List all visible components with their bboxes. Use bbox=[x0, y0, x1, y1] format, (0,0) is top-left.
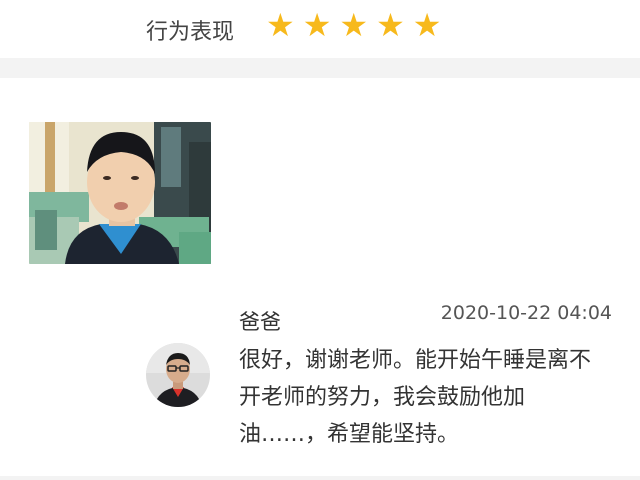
avatar[interactable] bbox=[146, 343, 210, 407]
star-icon: ★ bbox=[339, 6, 369, 44]
reply-timestamp: 2020-10-22 04:04 bbox=[440, 302, 612, 324]
bottom-divider bbox=[0, 476, 640, 480]
star-icon: ★ bbox=[302, 6, 332, 44]
star-rating: ★ ★ ★ ★ ★ bbox=[266, 6, 441, 44]
photo-image bbox=[29, 122, 211, 264]
avatar-image bbox=[146, 343, 210, 407]
behavior-rating-row: 行为表现 ★ ★ ★ ★ ★ bbox=[0, 0, 640, 58]
reply-text: 很好，谢谢老师。能开始午睡是离不开老师的努力，我会鼓励他加油……，希望能坚持。 bbox=[239, 348, 592, 447]
star-icon: ★ bbox=[376, 6, 405, 44]
star-icon: ★ bbox=[412, 6, 442, 44]
reply-author: 爸爸 bbox=[239, 310, 281, 334]
section-divider bbox=[0, 58, 640, 78]
post-photo[interactable] bbox=[29, 122, 211, 264]
rating-label: 行为表现 bbox=[146, 20, 235, 45]
star-icon: ★ bbox=[266, 6, 295, 44]
